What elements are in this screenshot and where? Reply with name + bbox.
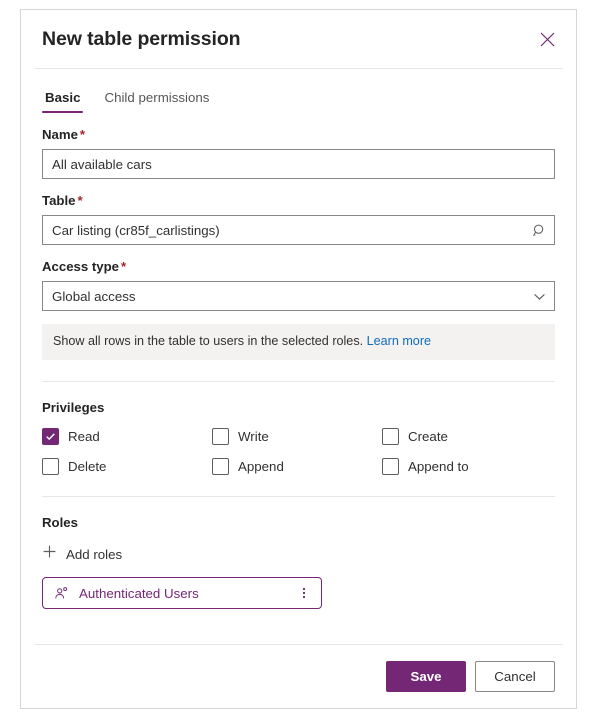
privileges-title: Privileges [42,400,105,415]
role-chip-authenticated-users[interactable]: Authenticated Users [42,577,322,609]
tab-basic[interactable]: Basic [42,90,84,113]
privilege-append-to[interactable]: Append to [382,458,555,475]
name-label: Name * [42,127,555,142]
table-required-marker: * [77,193,83,208]
privilege-append-to-label: Append to [408,459,469,474]
dialog-footer: Save Cancel [21,645,576,708]
access-type-value[interactable] [43,282,524,310]
search-icon[interactable] [524,216,554,244]
close-button[interactable] [532,24,562,54]
new-table-permission-dialog: New table permission Basic Child permiss… [20,9,577,709]
table-label: Table * [42,193,555,208]
table-field-group: Table * [42,193,555,245]
close-icon [540,32,555,47]
privilege-write-label: Write [238,429,269,444]
learn-more-link[interactable]: Learn more [367,334,431,348]
table-label-text: Table [42,193,76,208]
privileges-divider [42,381,555,382]
more-vertical-icon[interactable] [293,580,315,606]
privilege-delete[interactable]: Delete [42,458,212,475]
access-type-dropdown[interactable] [42,281,555,311]
access-type-label-text: Access type [42,259,119,274]
privilege-read[interactable]: Read [42,428,212,445]
page-title: New table permission [42,27,241,50]
checkbox-create[interactable] [382,428,399,445]
cancel-button[interactable]: Cancel [475,661,555,692]
name-required-marker: * [79,127,86,142]
plus-icon [42,544,57,564]
privilege-write[interactable]: Write [212,428,382,445]
name-field-group: Name * [42,127,555,179]
privilege-append-label: Append [238,459,284,474]
checkbox-append-to[interactable] [382,458,399,475]
name-label-text: Name [42,127,78,142]
access-type-hint: Show all rows in the table to users in t… [42,324,555,360]
roles-title: Roles [42,515,78,530]
checkbox-append[interactable] [212,458,229,475]
checkbox-read[interactable] [42,428,59,445]
add-roles-label: Add roles [66,546,123,562]
dialog-body: Basic Child permissions Name* Table* [21,69,576,644]
privilege-delete-label: Delete [68,459,107,474]
add-roles-button[interactable]: Add roles [42,544,122,564]
checkbox-write[interactable] [212,428,229,445]
role-chip-label: Authenticated Users [79,585,199,601]
privilege-create[interactable]: Create [382,428,555,445]
privilege-read-label: Read [68,429,100,444]
roles-divider [42,496,555,497]
name-input[interactable] [43,150,554,178]
person-icon [54,586,69,601]
access-type-required-marker: * [120,259,127,274]
name-input-wrap[interactable] [42,149,555,179]
hint-text: Show all rows in the table to users in t… [53,334,364,348]
tab-child-permissions[interactable]: Child permissions [101,90,212,113]
access-type-field-group: Access type * [42,259,555,311]
privileges-grid: Read Write Create Delete Append Append t… [42,428,555,475]
privilege-append[interactable]: Append [212,458,382,475]
table-input-wrap[interactable] [42,215,555,245]
chevron-down-icon[interactable] [524,282,554,310]
dialog-header: New table permission [21,10,576,68]
save-button[interactable]: Save [386,661,466,692]
checkbox-delete[interactable] [42,458,59,475]
tab-list: Basic Child permissions [42,69,555,113]
access-type-label: Access type * [42,259,555,274]
table-input[interactable] [43,216,524,244]
privilege-create-label: Create [408,429,448,444]
